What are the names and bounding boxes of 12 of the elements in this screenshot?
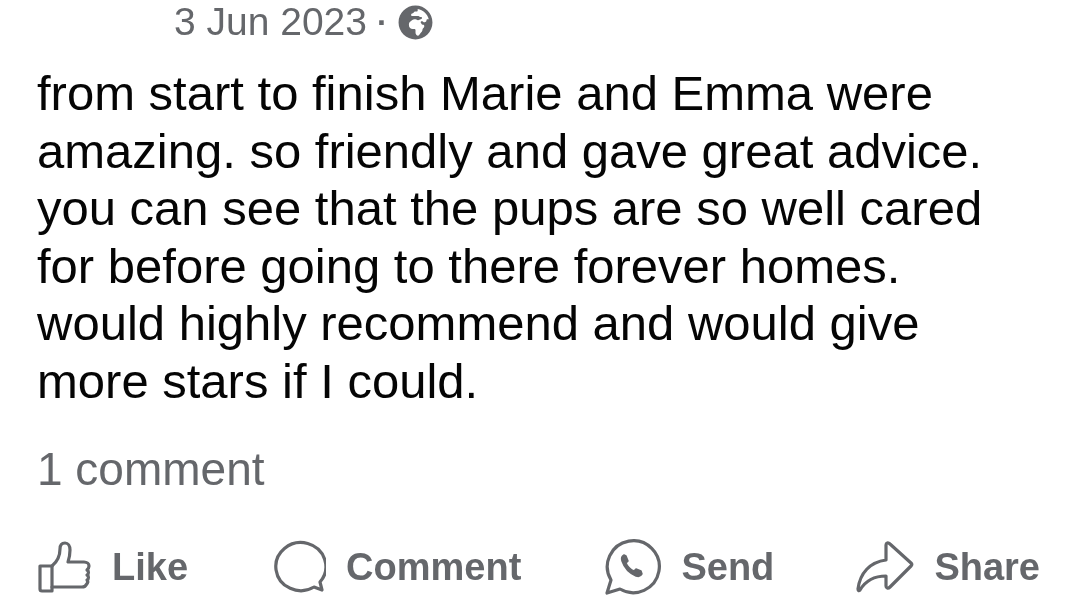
like-button[interactable]: Like — [38, 539, 189, 595]
globe-icon — [397, 4, 433, 40]
share-arrow-icon — [856, 541, 915, 593]
thumbs-up-icon — [38, 541, 92, 593]
post-date[interactable]: 3 Jun 2023 — [174, 0, 367, 44]
review-text: from start to finish Marie and Emma were amazing. so friendly and gave great advice. you can see that the pups are so well cared for before going to there forever homes. would highly recommend and would give more stars if I could. — [37, 65, 984, 410]
separator-dot: · — [377, 3, 388, 42]
share-button[interactable]: Share — [856, 539, 1040, 595]
comment-count[interactable]: 1 comment — [37, 444, 265, 494]
comment-button[interactable]: Comment — [270, 539, 522, 595]
chat-phone-icon — [603, 539, 662, 595]
send-button[interactable]: Send — [603, 539, 775, 595]
